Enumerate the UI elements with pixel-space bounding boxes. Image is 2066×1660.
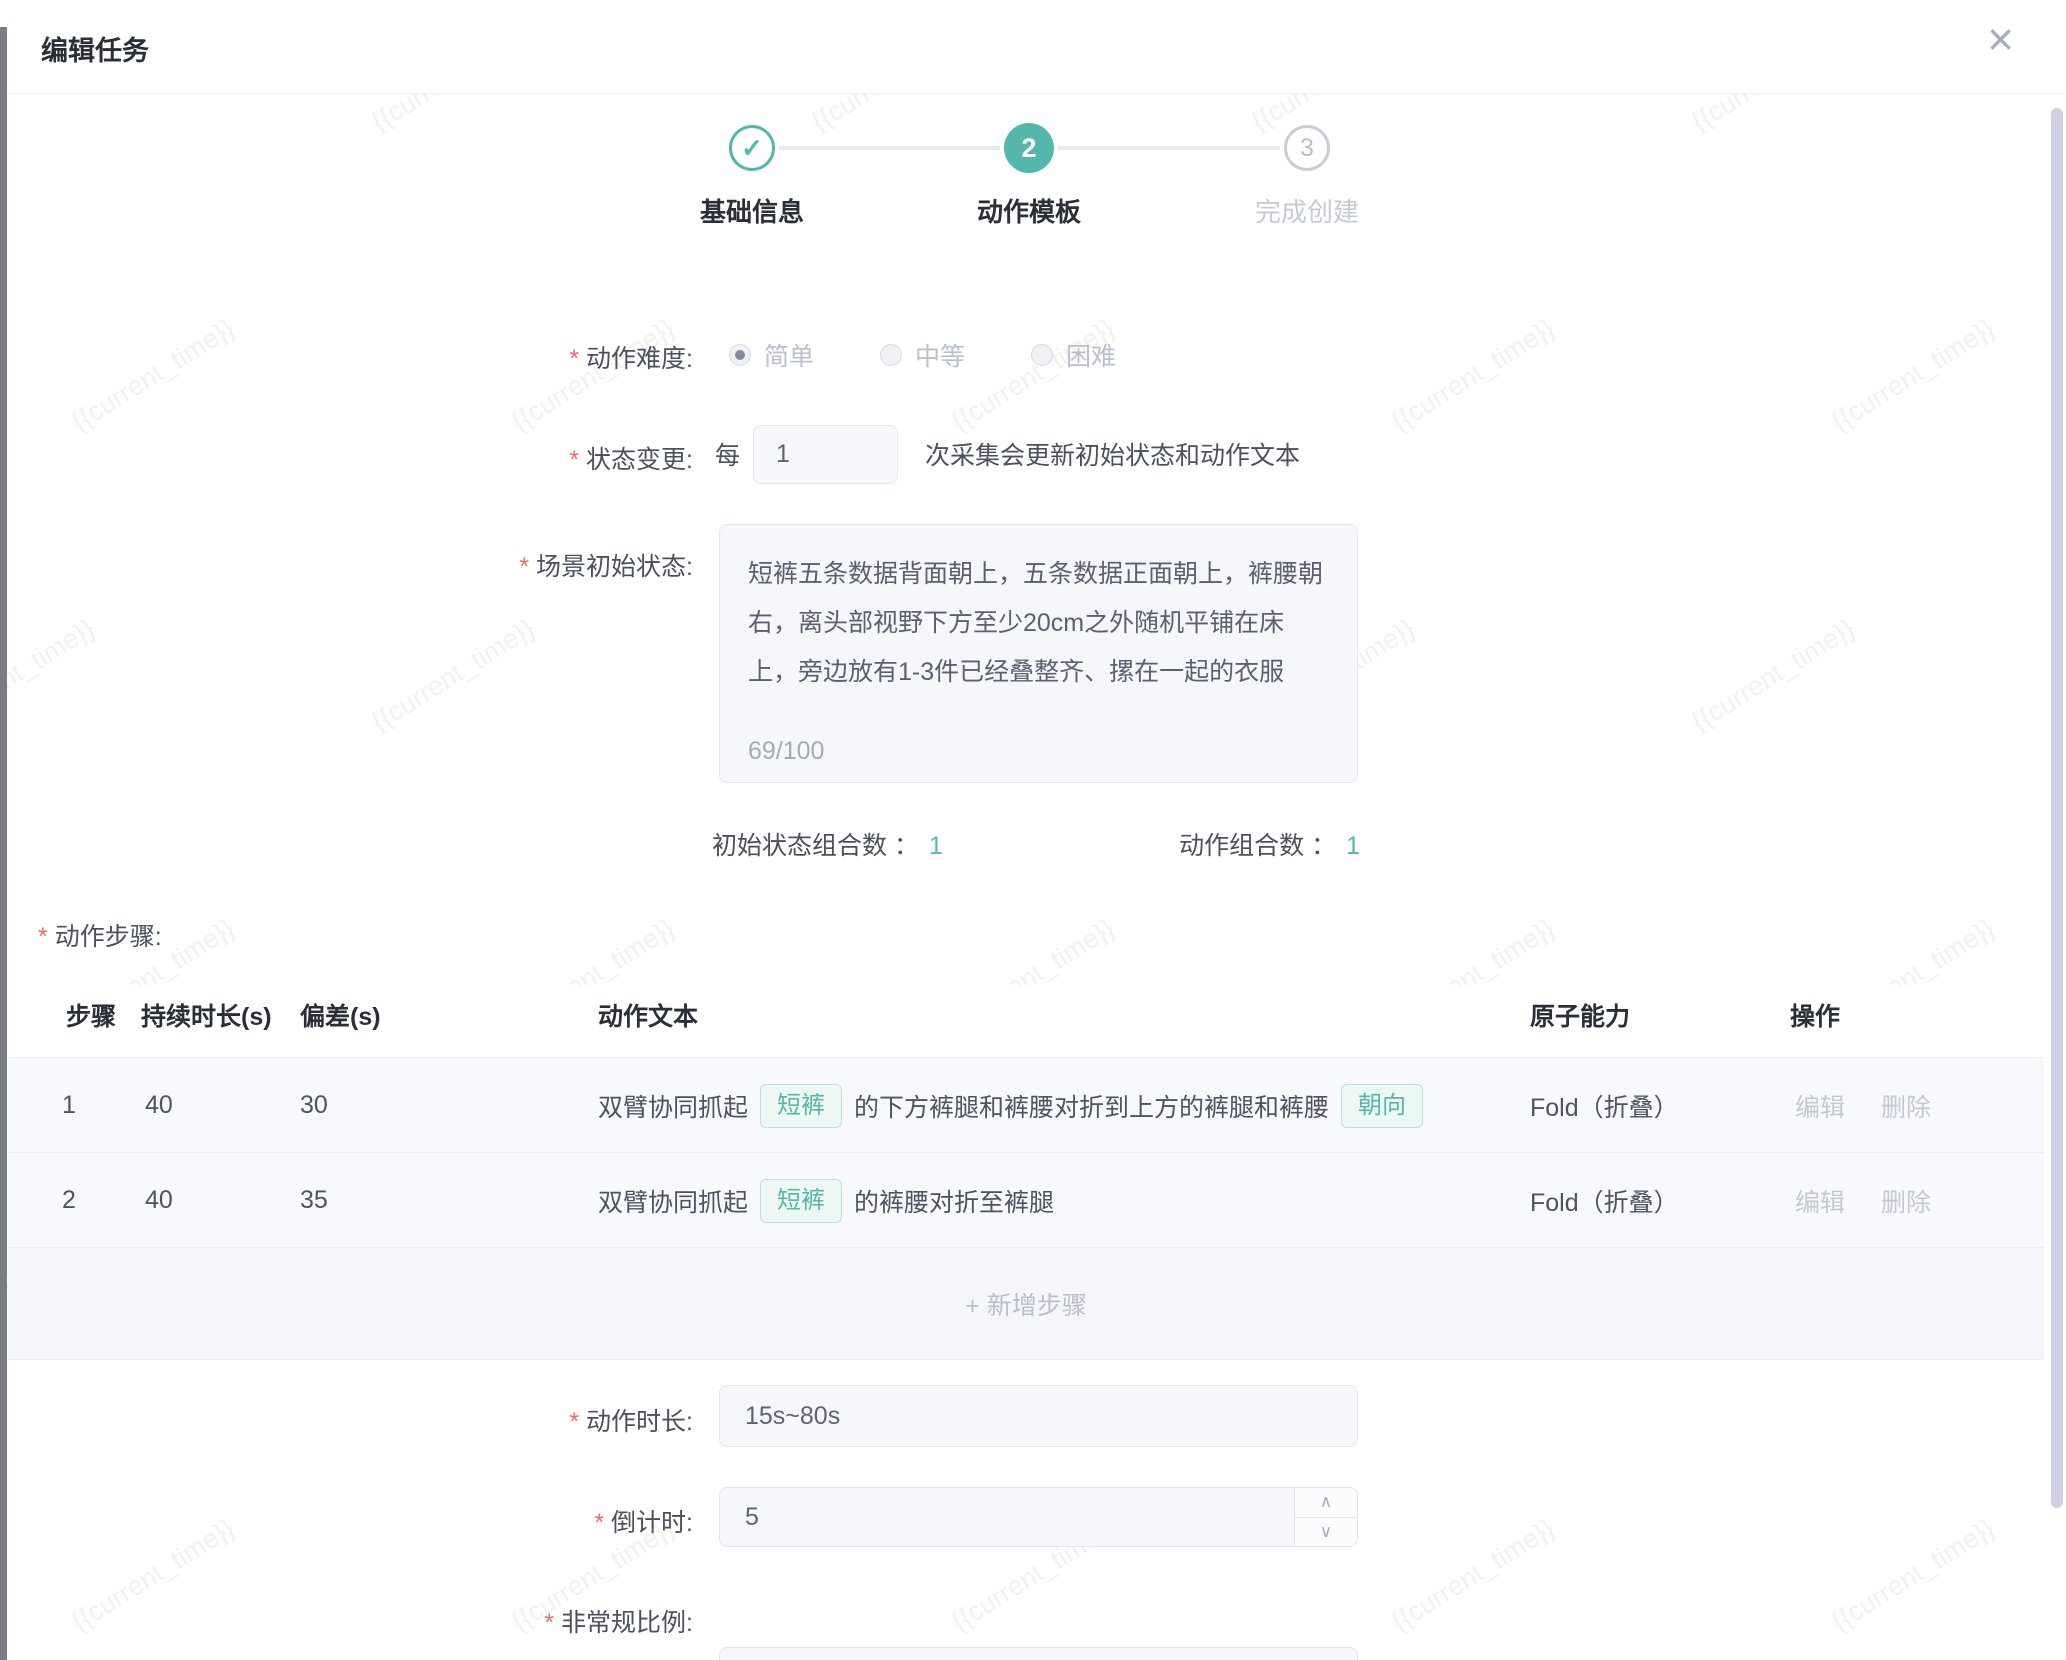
step-1-indicator: ✓ [729, 125, 775, 171]
cell-duration: 40 [145, 1153, 173, 1248]
cell-deviation: 30 [300, 1058, 328, 1153]
page-left-edge [0, 27, 7, 1660]
col-deviation-header: 偏差(s) [300, 997, 381, 1033]
dialog-header: 编辑任务 × [7, 0, 2066, 94]
chevron-down-icon: ∨ [1320, 1522, 1332, 1542]
clothing-tag: 短裤 [760, 1084, 842, 1128]
decrease-button[interactable]: ∨ [1295, 1518, 1357, 1547]
clothing-tag: 短裤 [760, 1179, 842, 1223]
cell-step: 2 [62, 1153, 76, 1248]
difficulty-label: *动作难度: [0, 339, 693, 375]
delete-link[interactable]: 删除 [1881, 1183, 1931, 1219]
cell-step: 1 [62, 1058, 76, 1153]
col-ability-header: 原子能力 [1530, 997, 1630, 1033]
edit-link[interactable]: 编辑 [1795, 1183, 1845, 1219]
delete-link[interactable]: 删除 [1881, 1088, 1931, 1124]
col-action-text-header: 动作文本 [598, 997, 698, 1033]
countdown-stepper: ∧ ∨ [1294, 1488, 1357, 1546]
check-icon: ✓ [741, 133, 763, 164]
steps-table-header: 步骤 持续时长(s) 偏差(s) 动作文本 原子能力 操作 [8, 985, 2044, 1057]
unusual-ratio-select[interactable]: 5% ∨ [719, 1647, 1358, 1660]
required-asterisk: * [569, 446, 579, 474]
action-steps-label: *动作步骤: [38, 917, 162, 953]
required-asterisk: * [569, 345, 579, 373]
state-change-row: 每 1 次采集会更新初始状态和动作文本 [715, 424, 1300, 484]
orientation-tag: 朝向 [1341, 1084, 1423, 1128]
step-2-indicator: 2 [1004, 123, 1054, 173]
scene-initial-state-textarea[interactable]: 短裤五条数据背面朝上，五条数据正面朝上，裤腰朝右，离头部视野下方至少20cm之外… [719, 524, 1358, 783]
radio-option-easy[interactable]: 简单 [729, 337, 814, 373]
action-duration-label: *动作时长: [0, 1402, 693, 1438]
col-step-header: 步骤 [66, 997, 116, 1033]
cell-operations: 编辑 删除 [1795, 1153, 1967, 1248]
step-connector [779, 146, 1000, 150]
state-change-input[interactable]: 1 [753, 425, 898, 484]
required-asterisk: * [594, 1509, 604, 1537]
increase-button[interactable]: ∧ [1295, 1488, 1357, 1518]
col-duration-header: 持续时长(s) [141, 997, 272, 1033]
radio-option-hard[interactable]: 困难 [1031, 337, 1116, 373]
radio-option-medium[interactable]: 中等 [880, 337, 965, 373]
difficulty-radio-group: 简单 中等 困难 [729, 337, 1116, 373]
add-step-button[interactable]: + 新增步骤 [8, 1247, 2044, 1360]
radio-circle [1031, 344, 1053, 366]
step-2-label: 动作模板 [899, 192, 1159, 229]
cell-deviation: 35 [300, 1153, 328, 1248]
step-1-label: 基础信息 [622, 192, 882, 229]
cell-action-text: 双臂协同抓起 短裤 的下方裤腿和裤腰对折到上方的裤腿和裤腰 朝向 [598, 1058, 1435, 1153]
action-combo-value: 1 [1346, 832, 1360, 860]
cell-ability: Fold（折叠） [1530, 1153, 1679, 1248]
radio-circle [880, 344, 902, 366]
countdown-input[interactable]: 5 ∧ ∨ [719, 1487, 1358, 1547]
initial-combo-value: 1 [929, 832, 943, 860]
countdown-label: *倒计时: [0, 1503, 693, 1539]
action-duration-input[interactable]: 15s~80s [719, 1385, 1358, 1447]
required-asterisk: * [519, 553, 529, 581]
table-row: 1 40 30 双臂协同抓起 短裤 的下方裤腿和裤腰对折到上方的裤腿和裤腰 朝向… [8, 1057, 2044, 1153]
step-connector [1058, 146, 1280, 150]
required-asterisk: * [544, 1609, 554, 1637]
cell-operations: 编辑 删除 [1795, 1058, 1967, 1153]
required-asterisk: * [569, 1408, 579, 1436]
cell-duration: 40 [145, 1058, 173, 1153]
initial-combo-count: 初始状态组合数 ：1 [712, 826, 943, 862]
table-row: 2 40 35 双臂协同抓起 短裤 的裤腰对折至裤腿 Fold（折叠） 编辑 删… [8, 1152, 2044, 1248]
step-3-indicator: 3 [1284, 125, 1330, 171]
edit-link[interactable]: 编辑 [1795, 1088, 1845, 1124]
cell-action-text: 双臂协同抓起 短裤 的裤腰对折至裤腿 [598, 1153, 1054, 1248]
edit-task-dialog: {{current_time}}{{current_time}}{{curren… [0, 0, 2066, 1660]
state-change-label: *状态变更: [0, 440, 693, 476]
textarea-value: 短裤五条数据背面朝上，五条数据正面朝上，裤腰朝右，离头部视野下方至少20cm之外… [748, 550, 1329, 697]
step-3-label: 完成创建 [1177, 192, 1437, 229]
scrollbar-thumb[interactable] [2051, 108, 2063, 1508]
required-asterisk: * [38, 923, 48, 951]
state-change-prefix: 每 [715, 436, 740, 472]
col-operation-header: 操作 [1790, 997, 1840, 1033]
initial-state-label: *场景初始状态: [0, 547, 693, 583]
unusual-ratio-label: *非常规比例: [0, 1603, 693, 1639]
combo-counts-row: 初始状态组合数 ：1 动作组合数 ：1 [712, 826, 1360, 862]
dialog-title: 编辑任务 [41, 29, 149, 68]
chevron-up-icon: ∧ [1320, 1492, 1332, 1512]
state-change-suffix: 次采集会更新初始状态和动作文本 [925, 436, 1300, 472]
radio-circle [729, 344, 751, 366]
char-counter: 69/100 [748, 737, 824, 766]
action-combo-count: 动作组合数 ：1 [1179, 826, 1360, 862]
cell-ability: Fold（折叠） [1530, 1058, 1679, 1153]
close-icon[interactable]: × [1987, 16, 2014, 62]
